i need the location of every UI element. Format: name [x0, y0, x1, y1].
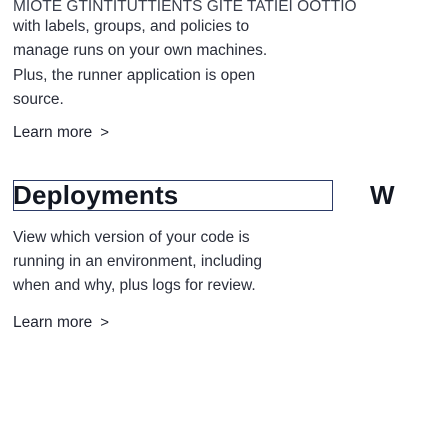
- runners-text-line: with labels, groups, and policies to: [13, 18, 250, 35]
- runners-text-line: manage runs on your own machines.: [13, 42, 268, 59]
- chevron-right-icon: >: [100, 124, 110, 141]
- deployments-text-line: View which version of your code is: [13, 229, 250, 246]
- learn-more-label: Learn more: [13, 124, 93, 141]
- deployments-title: Deployments: [13, 180, 179, 210]
- right-heading-fragment: W: [370, 180, 395, 210]
- runners-learn-more-link[interactable]: Learn more >: [13, 124, 109, 142]
- learn-more-label: Learn more: [13, 314, 93, 331]
- chevron-right-icon: >: [100, 314, 110, 331]
- deployments-text-line: when and why, plus logs for review.: [13, 277, 256, 294]
- deployments-learn-more-link[interactable]: Learn more >: [13, 314, 109, 332]
- runners-text-line: Plus, the runner application is open: [13, 67, 256, 84]
- runners-text-line: source.: [13, 91, 64, 108]
- deployments-text-line: running in an environment, including: [13, 253, 263, 270]
